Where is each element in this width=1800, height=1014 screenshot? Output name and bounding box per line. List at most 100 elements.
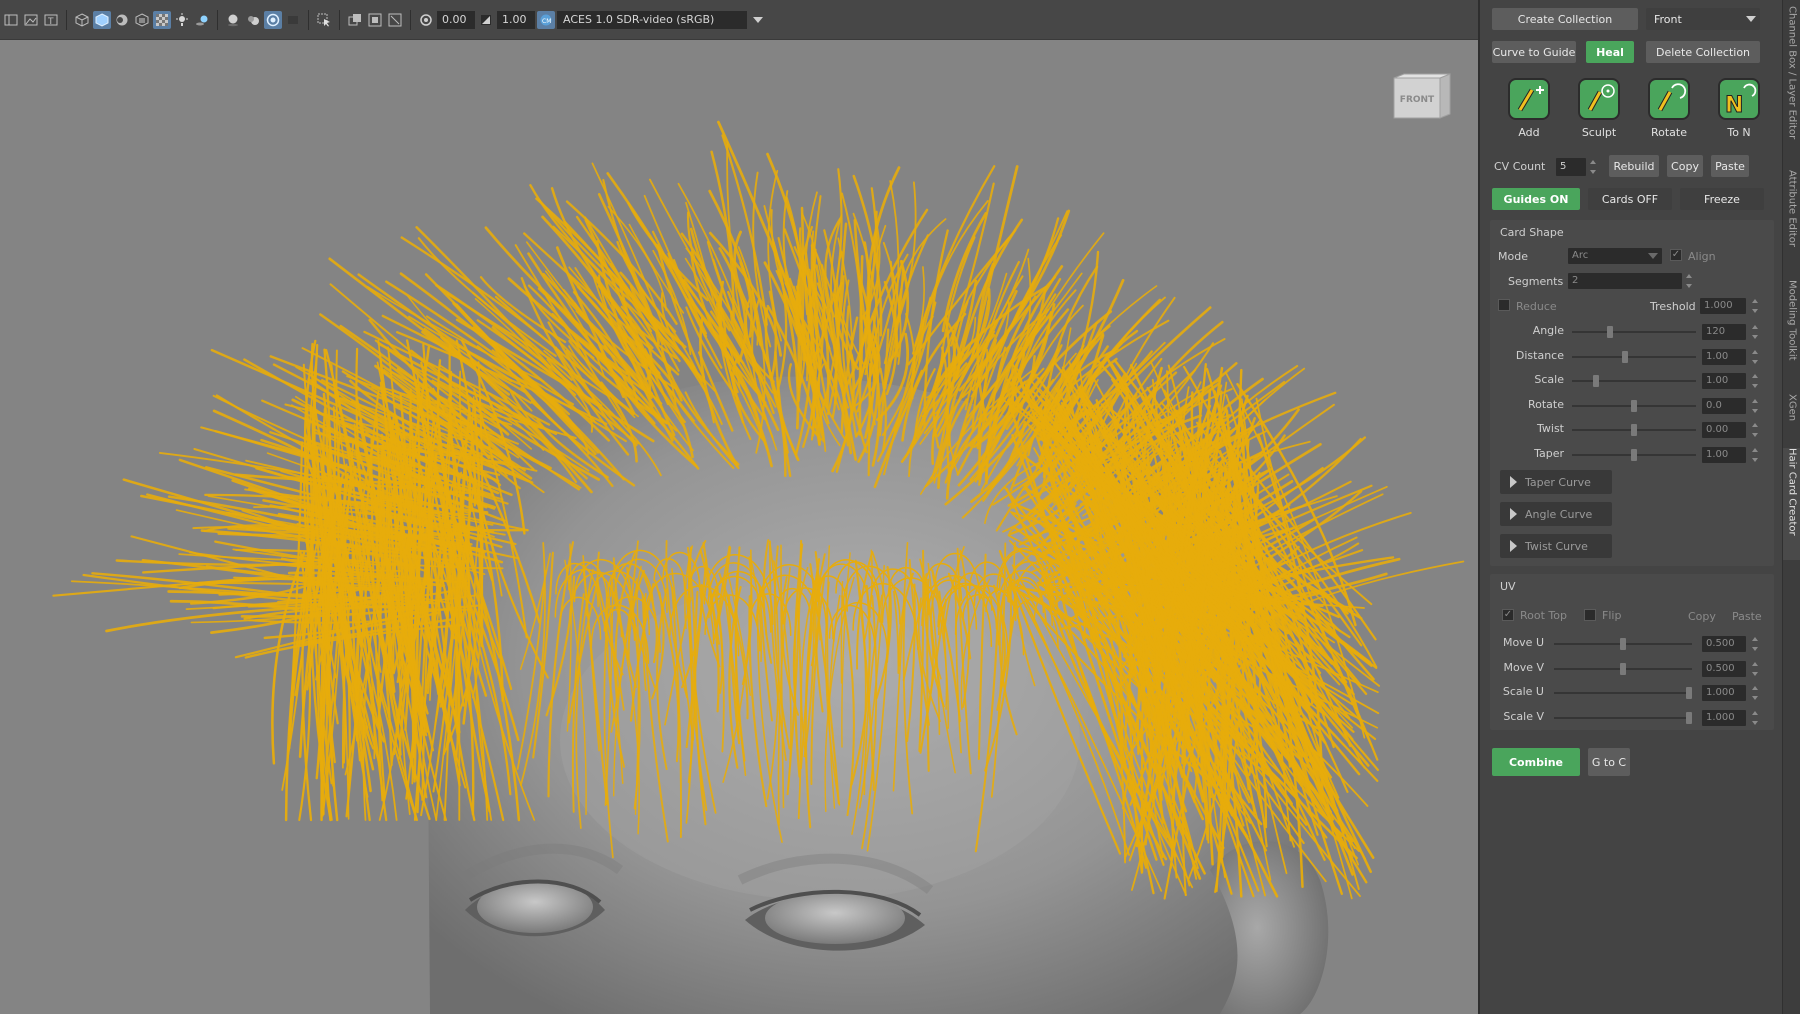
slider-spinner[interactable] (1750, 373, 1760, 389)
reduce-checkbox[interactable] (1498, 299, 1510, 311)
bookmark-icon[interactable] (366, 11, 384, 29)
paste-button[interactable]: Paste (1711, 155, 1749, 177)
textured-icon[interactable] (133, 11, 151, 29)
slider-value-input[interactable]: 0.500 (1702, 660, 1746, 677)
sculpt-icon[interactable] (1578, 78, 1620, 120)
slider-spinner[interactable] (1750, 324, 1760, 340)
slider-value-input[interactable]: 1.000 (1702, 709, 1746, 726)
slider-spinner[interactable] (1750, 398, 1760, 414)
add-curve-icon[interactable] (1508, 78, 1550, 120)
cards-toggle-button[interactable]: Cards OFF (1588, 188, 1672, 210)
create-collection-button[interactable]: Create Collection (1492, 8, 1638, 30)
slider-handle[interactable] (1607, 326, 1614, 338)
curve-to-guide-button[interactable]: Curve to Guide (1492, 41, 1576, 63)
slider-track[interactable] (1572, 331, 1696, 333)
slider-track[interactable] (1554, 692, 1692, 694)
tab-modeling-toolkit[interactable]: Modeling Toolkit (1783, 280, 1800, 376)
copy-button[interactable]: Copy (1667, 155, 1703, 177)
chevron-down-icon[interactable] (1648, 253, 1658, 259)
shadows-icon[interactable] (193, 11, 211, 29)
treshold-spinner[interactable] (1750, 298, 1760, 314)
wireframe-on-shaded-icon[interactable] (113, 11, 131, 29)
anti-aliasing-icon[interactable] (264, 10, 282, 29)
slider-value-input[interactable]: 1.00 (1702, 373, 1746, 389)
slider-value-input[interactable]: 1.00 (1702, 348, 1746, 365)
g-to-c-button[interactable]: G to C (1588, 748, 1630, 776)
camera-select[interactable]: Front (1646, 8, 1760, 30)
slider-spinner[interactable] (1750, 447, 1760, 463)
slider-value-input[interactable]: 1.00 (1702, 446, 1746, 463)
slider-spinner[interactable] (1750, 685, 1760, 701)
slider-handle[interactable] (1631, 448, 1637, 461)
ambient-occlusion-icon[interactable] (224, 11, 242, 29)
image-plane-icon[interactable] (22, 11, 40, 29)
chevron-down-icon[interactable] (1746, 16, 1756, 22)
segments-spinner[interactable] (1684, 273, 1694, 289)
guides-toggle-button[interactable]: Guides ON (1492, 188, 1580, 210)
camera-attributes-icon[interactable] (346, 11, 364, 29)
uv-paste-button[interactable]: Paste (1732, 610, 1762, 623)
slider-handle[interactable] (1631, 399, 1637, 412)
tab-hair-card-creator[interactable]: Hair Card Creator (1783, 448, 1800, 560)
slider-value-input[interactable]: 1.000 (1702, 685, 1746, 701)
gamma-field[interactable]: 1.00 (497, 10, 535, 29)
rotate-icon[interactable] (1648, 78, 1690, 120)
rebuild-button[interactable]: Rebuild (1609, 155, 1659, 177)
delete-collection-button[interactable]: Delete Collection (1646, 41, 1760, 63)
segments-input[interactable]: 2 (1568, 273, 1682, 289)
slider-value-input[interactable]: 0.500 (1702, 636, 1746, 652)
slider-handle[interactable] (1593, 375, 1600, 387)
smooth-shade-icon[interactable] (93, 10, 111, 29)
slider-value-input[interactable]: 0.0 (1702, 397, 1746, 414)
tab-xgen[interactable]: XGen (1783, 394, 1800, 434)
slider-handle[interactable] (1620, 638, 1626, 650)
freeze-button[interactable]: Freeze (1680, 188, 1764, 210)
lights-icon[interactable] (173, 11, 191, 29)
slider-handle[interactable] (1686, 687, 1692, 699)
slider-handle[interactable] (1686, 711, 1692, 724)
uv-copy-button[interactable]: Copy (1688, 610, 1716, 623)
slider-value-input[interactable]: 120 (1702, 324, 1746, 340)
hair-viewport-scene[interactable] (0, 40, 1478, 1014)
slider-handle[interactable] (1621, 350, 1628, 363)
chevron-down-icon[interactable] (749, 11, 767, 29)
flip-checkbox[interactable] (1584, 609, 1596, 621)
slider-value-input[interactable]: 0.00 (1702, 422, 1746, 438)
color-management-icon[interactable]: CM (537, 10, 555, 29)
heal-button[interactable]: Heal (1586, 41, 1634, 63)
cv-count-spinner[interactable] (1588, 159, 1598, 175)
xray-icon[interactable] (153, 10, 171, 29)
motion-blur-icon[interactable] (244, 11, 262, 29)
isolate-select-icon[interactable] (315, 11, 333, 29)
tab-attribute-editor[interactable]: Attribute Editor (1783, 170, 1800, 266)
slider-spinner[interactable] (1750, 661, 1760, 677)
resolution-gate-icon[interactable] (386, 11, 404, 29)
text-icon[interactable]: T (42, 11, 60, 29)
exposure-field[interactable]: 0.00 (437, 10, 475, 29)
slider-track[interactable] (1554, 716, 1692, 719)
angle-curve-button[interactable]: Angle Curve (1500, 502, 1612, 526)
combine-button[interactable]: Combine (1492, 748, 1580, 776)
slider-handle[interactable] (1631, 424, 1637, 436)
root-top-checkbox[interactable] (1502, 609, 1514, 621)
to-n-icon[interactable]: N (1718, 78, 1760, 120)
twist-curve-button[interactable]: Twist Curve (1500, 534, 1612, 558)
wireframe-icon[interactable] (73, 11, 91, 29)
tab-channel-box[interactable]: Channel Box / Layer Editor (1783, 6, 1800, 146)
view-cube[interactable]: FRONT (1392, 72, 1452, 120)
depth-of-field-icon[interactable] (284, 11, 302, 29)
exposure-icon[interactable] (417, 11, 435, 29)
slider-track[interactable] (1572, 380, 1696, 382)
slider-spinner[interactable] (1750, 349, 1760, 365)
slider-spinner[interactable] (1750, 710, 1760, 726)
slider-spinner[interactable] (1750, 422, 1760, 438)
slider-handle[interactable] (1620, 662, 1626, 675)
cv-count-input[interactable]: 5 (1556, 158, 1586, 176)
3d-viewport[interactable]: T 0.00 1.00 CM ACES 1.0 SDR-video (sRGB) (0, 0, 1478, 1014)
slider-track[interactable] (1572, 355, 1696, 358)
treshold-input[interactable]: 1.000 (1700, 298, 1746, 314)
grid-icon[interactable] (2, 11, 20, 29)
gamma-icon[interactable] (477, 11, 495, 29)
color-space-select[interactable]: ACES 1.0 SDR-video (sRGB) (557, 10, 747, 29)
align-checkbox[interactable] (1670, 249, 1682, 261)
